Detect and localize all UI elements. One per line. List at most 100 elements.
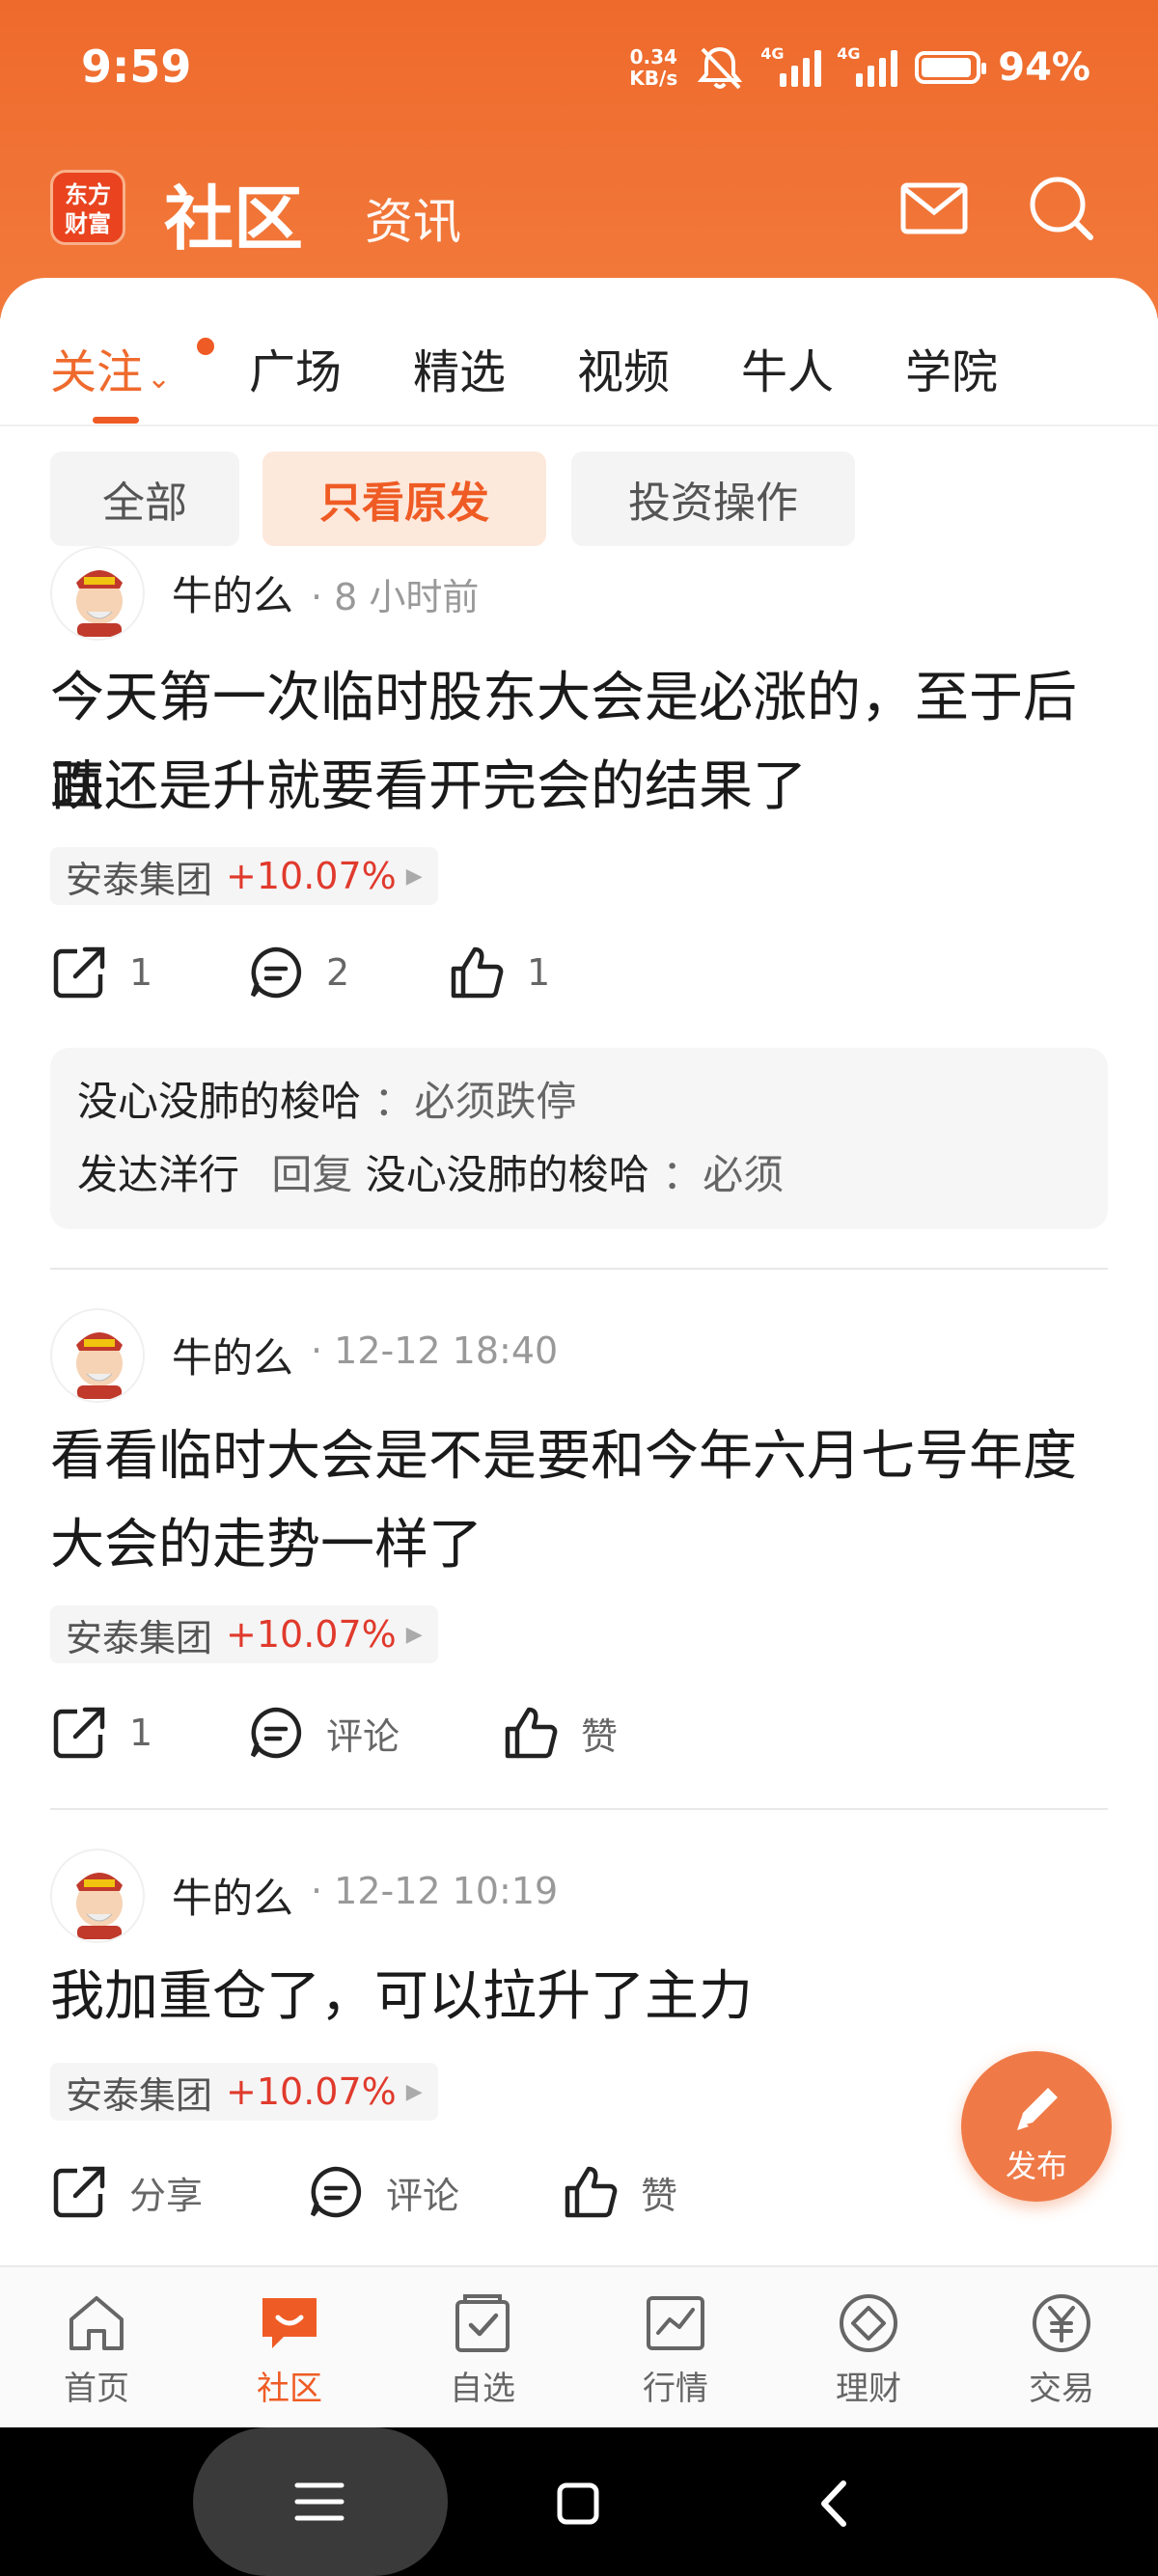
notification-dot — [197, 338, 214, 355]
like-button[interactable]: 1 — [448, 944, 550, 1001]
comment-icon — [250, 946, 302, 999]
author-name[interactable]: 牛的么 — [172, 1326, 293, 1384]
share-label: 分享 — [129, 2174, 204, 2217]
stock-name: 安泰集团 — [66, 1616, 213, 1659]
comment-text: 必须 — [703, 1151, 785, 1198]
menu-icon — [294, 2482, 345, 2521]
stock-change: +10.07% — [226, 2070, 397, 2113]
battery-percent: 94% — [998, 45, 1090, 90]
community-icon — [262, 2298, 317, 2348]
news-tab[interactable]: 资讯 — [365, 183, 461, 253]
comment-user[interactable]: 没心没肺的梭哈 — [77, 1078, 361, 1125]
recents-button[interactable] — [193, 2427, 448, 2576]
share-button[interactable]: 1 — [50, 944, 152, 1001]
stock-name: 安泰集团 — [66, 858, 213, 901]
market-icon — [647, 2296, 704, 2350]
author-name[interactable]: 牛的么 — [172, 1866, 293, 1925]
play-arrow-icon: ▶ — [405, 2079, 423, 2104]
logo-line2: 财富 — [65, 210, 111, 237]
publish-button[interactable]: 发布 — [961, 2051, 1112, 2202]
nav-finance-label: 理财 — [836, 2370, 901, 2408]
pencil-icon — [1017, 2088, 1058, 2130]
comment-button[interactable]: 评论 — [307, 2163, 459, 2221]
comment-item[interactable]: 发达洋行 回复 没心没肺的梭哈 ：必须 — [77, 1138, 1081, 1212]
signal-icon-1: 4G — [760, 44, 822, 87]
stock-tag[interactable]: 安泰集团 +10.07% ▶ — [50, 847, 438, 905]
comment-item[interactable]: 没心没肺的梭哈 ：必须跌停 — [77, 1065, 1081, 1138]
filter-original-only[interactable]: 只看原发 — [262, 452, 546, 546]
stock-change: +10.07% — [226, 1613, 397, 1656]
comments-preview[interactable]: 没心没肺的梭哈 ：必须跌停 发达洋行 回复 没心没肺的梭哈 ：必须 — [50, 1048, 1108, 1229]
nav-watchlist[interactable]: 自选 — [386, 2288, 579, 2409]
mail-icon[interactable] — [897, 172, 971, 245]
filter-all[interactable]: 全部 — [50, 452, 239, 546]
post-text-line2[interactable]: 跌还是升就要看开完会的结果了 — [50, 743, 1112, 832]
like-button[interactable]: 赞 — [562, 2163, 677, 2221]
stock-name: 安泰集团 — [66, 2073, 213, 2117]
stock-tag[interactable]: 安泰集团 +10.07% ▶ — [50, 2063, 438, 2121]
nav-community[interactable]: 社区 — [193, 2288, 386, 2409]
share-icon — [53, 2166, 105, 2218]
tab-academy[interactable]: 学院 — [905, 334, 998, 401]
comment-separator: ： — [662, 1151, 703, 1198]
comment-button[interactable]: 2 — [247, 944, 349, 1001]
logo-line1: 东方 — [65, 181, 111, 208]
tab-bar: 关注 ⌄ 广场 精选 视频 牛人 学院 — [0, 299, 1158, 425]
comment-label: 评论 — [326, 1714, 400, 1758]
search-icon[interactable] — [1025, 172, 1098, 245]
system-nav-bar — [0, 2427, 1158, 2576]
post-divider — [50, 1808, 1108, 1810]
nav-community-label: 社区 — [257, 2370, 322, 2408]
watchlist-icon — [455, 2294, 510, 2352]
like-count: 1 — [527, 951, 551, 994]
nav-trade[interactable]: 交易 — [965, 2288, 1158, 2409]
net-speed-unit: KB/s — [629, 67, 678, 90]
comment-icon — [310, 2166, 362, 2218]
comment-text: 必须跌停 — [414, 1078, 577, 1125]
publish-label: 发布 — [1005, 2148, 1067, 2184]
like-button[interactable]: 赞 — [502, 1704, 618, 1762]
stock-tag[interactable]: 安泰集团 +10.07% ▶ — [50, 1605, 438, 1663]
filter-investment[interactable]: 投资操作 — [571, 452, 855, 546]
post-text-line1[interactable]: 看看临时大会是不是要和今年六月七号年度 — [50, 1412, 1112, 1501]
chevron-down-icon: ⌄ — [147, 362, 172, 396]
author-name[interactable]: 牛的么 — [172, 563, 293, 622]
signal-icon-2: 4G — [837, 44, 898, 87]
tab-experts[interactable]: 牛人 — [741, 334, 834, 401]
page-title[interactable]: 社区 — [164, 162, 303, 263]
post-time: · 12-12 18:40 — [311, 1329, 559, 1372]
net-speed: 0.34 KB/s — [629, 46, 677, 89]
comment-user[interactable]: 发达洋行 — [77, 1151, 239, 1198]
finance-icon — [840, 2294, 897, 2352]
app-logo[interactable]: 东方 财富 — [50, 170, 125, 245]
nav-finance[interactable]: 理财 — [772, 2288, 965, 2409]
reply-to-user[interactable]: 没心没肺的梭哈 — [366, 1151, 649, 1198]
share-count: 1 — [129, 1712, 153, 1754]
comment-label: 评论 — [386, 2174, 460, 2217]
share-button[interactable]: 分享 — [50, 2163, 203, 2221]
tab-square[interactable]: 广场 — [249, 334, 342, 401]
nav-home[interactable]: 首页 — [0, 2288, 193, 2409]
comment-button[interactable]: 评论 — [247, 1704, 400, 1762]
back-icon[interactable] — [801, 2470, 868, 2537]
post-text-line2[interactable]: 大会的走势一样了 — [50, 1501, 1112, 1590]
status-bar: 9:59 0.34 KB/s 4G 4G 94% — [0, 0, 1158, 141]
nav-trade-label: 交易 — [1029, 2370, 1094, 2408]
post-time: · 12-12 10:19 — [311, 1870, 559, 1912]
avatar[interactable] — [50, 1308, 145, 1403]
share-button[interactable]: 1 — [50, 1704, 152, 1762]
share-icon — [53, 1707, 105, 1759]
avatar[interactable] — [50, 546, 145, 641]
nav-market[interactable]: 行情 — [579, 2288, 772, 2409]
home-square-icon[interactable] — [544, 2470, 612, 2537]
tab-follow[interactable]: 关注 ⌄ — [50, 334, 171, 401]
share-icon — [53, 946, 105, 999]
post-text-line1[interactable]: 我加重仓了，可以拉升了主力 — [50, 1953, 1112, 2042]
tab-video[interactable]: 视频 — [577, 334, 670, 401]
comment-separator: ： — [373, 1078, 415, 1125]
post-divider — [50, 1268, 1108, 1270]
comment-count: 2 — [326, 951, 350, 994]
battery-icon — [915, 51, 987, 84]
tab-featured[interactable]: 精选 — [413, 334, 506, 401]
avatar[interactable] — [50, 1849, 145, 1943]
